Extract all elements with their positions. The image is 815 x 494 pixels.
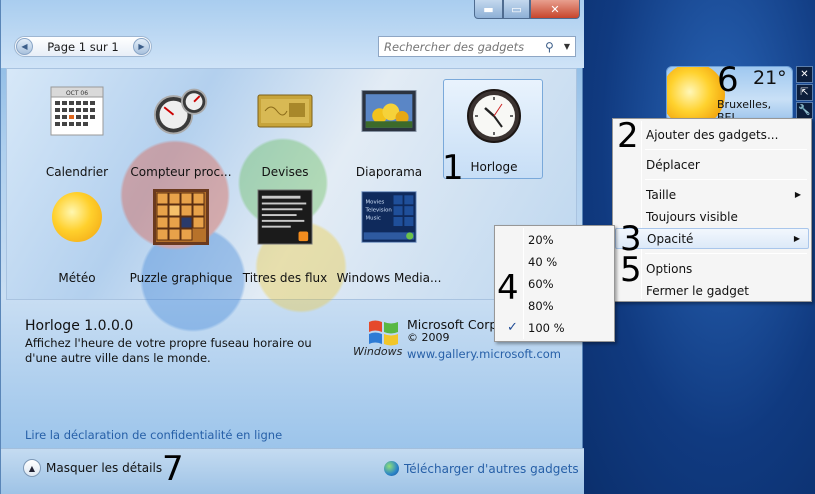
download-more-label: Télécharger d'autres gadgets [404,461,579,476]
calendar-month: OCT 06 [66,90,88,97]
submenu-arrow-icon: ▶ [793,234,800,243]
gadget-diaporama[interactable]: Diaporama [339,75,439,179]
opacity-option-label: 60% [528,276,554,291]
next-page-button[interactable]: ▶ [132,38,150,55]
menu-item-size[interactable]: Taille ▶ [615,184,809,205]
weather-temperature: 21° [753,67,787,89]
menu-item-label: Fermer le gadget [646,283,749,298]
gadget-details-title: Horloge 1.0.0.0 [25,318,134,334]
menu-item-label: Ajouter des gadgets... [646,127,779,142]
menu-item-label: Déplacer [646,157,700,172]
page-indicator: Page 1 sur 1 [47,39,119,54]
gadget-label: Puzzle graphique [129,271,233,285]
slideshow-icon [361,83,417,139]
menu-item-close-gadget[interactable]: Fermer le gadget [615,280,809,301]
chevron-up-icon: ▲ [23,459,41,477]
gadget-windows-media[interactable]: Movies Television Music Windows Media... [337,181,441,285]
clock-icon [466,88,522,144]
menu-item-move[interactable]: Déplacer [615,154,809,175]
search-box: ⚲ ▼ [378,36,576,57]
step-number: 7 [162,449,184,489]
checkmark-icon: ✓ [507,320,518,335]
globe-icon [384,461,399,476]
window-footer: ▲ Masquer les détails Télécharger d'autr… [1,448,584,494]
prev-page-button[interactable]: ◀ [16,38,33,55]
menu-item-options[interactable]: Options [615,258,809,279]
submenu-arrow-icon: ▶ [794,190,801,199]
gadget-toolbar: ✕ ⇱ 🔧 [796,66,813,120]
calendar-icon: OCT 06 [49,83,105,139]
media-line: Music [366,216,381,222]
menu-item-add-gadgets[interactable]: Ajouter des gadgets... [615,124,809,145]
menu-item-label: Toujours visible [646,209,738,224]
window-controls: ▬ ▭ ✕ [474,0,580,19]
search-icon[interactable]: ⚲ [545,40,559,54]
gadget-label: Devises [261,165,309,179]
chevron-down-icon[interactable]: ▼ [559,42,575,51]
download-more-gadgets-link[interactable]: Télécharger d'autres gadgets [384,461,579,476]
gadget-label: Compteur proc... [130,165,232,179]
media-line: Television [365,208,392,214]
wrench-icon[interactable]: 🔧 [796,102,813,119]
gadget-details-description: Affichez l'heure de votre propre fuseau … [25,336,312,365]
gadget-puzzle[interactable]: Puzzle graphique [130,181,232,285]
step-number: 2 [617,116,639,156]
gadget-label: Calendrier [45,165,109,179]
menu-separator [645,149,807,150]
gadget-titres-flux[interactable]: Titres des flux [235,181,335,285]
feed-headlines-icon [257,189,313,245]
step-number: 5 [620,250,642,290]
publisher-year: © 2009 [407,331,450,344]
step-number: 1 [442,148,464,188]
menu-item-label: Opacité [647,231,694,246]
opacity-option-label: 40 % [528,254,558,269]
minimize-button[interactable]: ▬ [474,0,503,19]
menu-item-label: Options [646,261,693,276]
gadget-calendrier[interactable]: OCT 06 Calendrier [27,75,127,179]
page-navigator: ◀ Page 1 sur 1 ▶ [14,36,152,57]
gadget-label: Météo [58,271,96,285]
menu-item-label: Taille [646,187,677,202]
publisher-link[interactable]: www.gallery.microsoft.com [407,347,561,361]
menu-separator [645,253,807,254]
gadget-label: Titres des flux [242,271,328,285]
hide-details-label: Masquer les détails [46,461,163,475]
picture-puzzle-icon [153,189,209,245]
maximize-button[interactable]: ▭ [503,0,530,19]
gadget-gallery: OCT 06 Calendrier Compteur proc... Devis… [6,68,577,339]
media-line: Movies [366,199,385,205]
menu-item-always-on-top[interactable]: Toujours visible [615,206,809,227]
chevron-right-icon: ▶ [138,42,145,51]
privacy-link[interactable]: Lire la déclaration de confidentialité e… [25,428,282,442]
close-button[interactable]: ✕ [530,0,580,19]
opacity-option-label: 80% [528,298,554,313]
search-input[interactable] [379,39,545,54]
menu-item-opacity[interactable]: Opacité ▶ [615,228,809,249]
media-center-icon: Movies Television Music [361,189,417,245]
opacity-option-100[interactable]: ✓ 100 % [497,317,612,338]
gadget-devises[interactable]: Devises [235,75,335,179]
opacity-option-20[interactable]: 20% [497,229,612,250]
opacity-option-label: 20% [528,232,554,247]
gadget-label: Diaporama [355,165,423,179]
currency-card-icon [257,83,313,139]
hide-details-button[interactable]: ▲ Masquer les détails [23,459,162,477]
publisher-name: Microsoft Corp [407,317,498,332]
gadget-label: Windows Media... [336,271,442,285]
step-number: 4 [497,268,519,308]
gadget-context-menu: Ajouter des gadgets... Déplacer Taille ▶ … [612,118,812,302]
gadget-meteo[interactable]: Météo [27,181,127,285]
gadget-compteur[interactable]: Compteur proc... [130,75,232,179]
close-gadget-icon[interactable]: ✕ [796,66,813,83]
weather-sun-icon [49,189,105,245]
opacity-option-label: 100 % [528,320,565,335]
larger-size-icon[interactable]: ⇱ [796,84,813,101]
menu-separator [645,179,807,180]
cpu-meter-icon [153,83,209,139]
step-number: 6 [717,60,739,100]
windows-wordmark: Windows [353,345,403,358]
chevron-left-icon: ◀ [21,42,28,51]
